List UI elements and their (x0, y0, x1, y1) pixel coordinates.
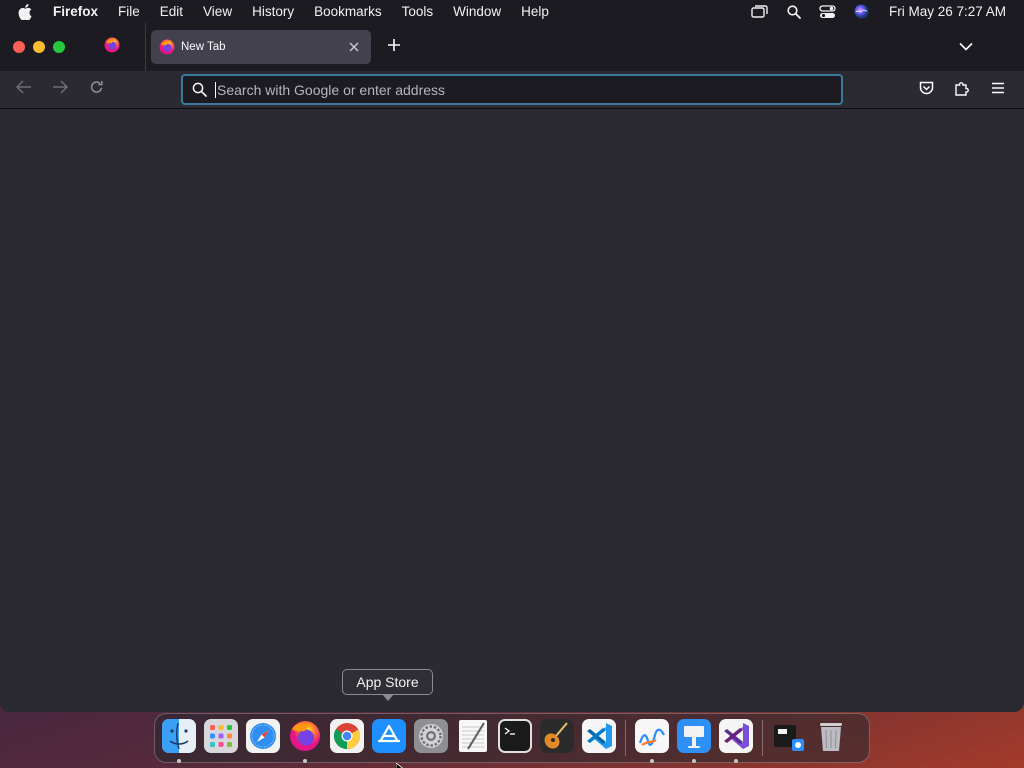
minimize-window-button[interactable] (33, 41, 45, 53)
control-center-icon[interactable] (811, 0, 845, 23)
safari-icon (246, 718, 280, 758)
running-indicator (650, 759, 654, 763)
close-tab-icon[interactable] (345, 38, 363, 56)
dock-app-vscode[interactable] (581, 718, 617, 758)
maximize-window-button[interactable] (53, 41, 65, 53)
close-window-button[interactable] (13, 41, 25, 53)
dock-app-visual-studio[interactable] (718, 718, 754, 763)
textedit-icon (456, 719, 490, 758)
text-caret (215, 81, 216, 98)
dock-app-launchpad[interactable] (203, 718, 239, 758)
running-indicator (177, 759, 181, 763)
dock-app-downloads[interactable] (771, 720, 807, 756)
toolbar-right-buttons (908, 75, 1016, 105)
visual-studio-icon (719, 718, 753, 758)
dock-app-system-preferences[interactable] (413, 718, 449, 758)
reload-button[interactable] (78, 75, 114, 105)
siri-icon[interactable] (845, 0, 879, 23)
dock-app-textedit[interactable] (455, 719, 491, 758)
puzzle-piece-icon (954, 80, 970, 101)
running-indicator (692, 759, 696, 763)
dock-app-keynote[interactable] (676, 718, 712, 763)
menu-bar: Firefox File Edit View History Bookmarks… (0, 0, 1024, 23)
running-indicator (303, 759, 307, 763)
menu-help[interactable]: Help (511, 0, 559, 23)
finder-icon (162, 718, 196, 758)
hamburger-menu-icon (991, 81, 1005, 99)
new-tab-page-content (0, 110, 1024, 712)
menu-file[interactable]: File (108, 0, 150, 23)
running-indicator (734, 759, 738, 763)
dock-app-garageband[interactable] (539, 718, 575, 758)
menu-app-firefox[interactable]: Firefox (50, 0, 108, 23)
save-to-pocket-button[interactable] (908, 75, 944, 105)
gear-icon (414, 718, 448, 758)
search-icon (190, 81, 208, 99)
dock-tooltip: App Store (342, 669, 433, 701)
screen-mirroring-icon[interactable] (743, 0, 777, 23)
list-all-tabs-button[interactable] (956, 38, 976, 56)
forward-button[interactable] (42, 75, 78, 105)
dock-app-app-store[interactable] (371, 718, 407, 758)
dock-separator (762, 720, 763, 756)
chrome-icon (330, 718, 364, 758)
downloads-stack-icon (772, 719, 806, 758)
dock (154, 713, 870, 763)
dock-app-chrome[interactable] (329, 718, 365, 758)
pinned-tab[interactable] (78, 23, 146, 71)
tab-bar: New Tab (0, 23, 1024, 71)
dock-separator (625, 720, 626, 756)
menu-view[interactable]: View (193, 0, 242, 23)
trash-icon (814, 719, 848, 758)
navigation-toolbar (0, 71, 1024, 109)
tab-title: New Tab (181, 41, 226, 53)
dock-app-terminal[interactable] (497, 718, 533, 758)
apple-menu-icon[interactable] (0, 3, 50, 20)
guitar-icon (540, 718, 574, 758)
dock-app-safari[interactable] (245, 718, 281, 758)
mouse-cursor (395, 760, 406, 768)
freeform-icon (635, 718, 669, 758)
arrow-right-icon (52, 80, 69, 99)
dock-app-freeform[interactable] (634, 718, 670, 763)
firefox-icon (288, 719, 322, 758)
app-store-icon (372, 718, 406, 758)
chevron-down-icon (959, 38, 973, 56)
menu-edit[interactable]: Edit (150, 0, 193, 23)
firefox-icon (159, 39, 175, 55)
spotlight-search-icon[interactable] (777, 0, 811, 23)
menu-bookmarks[interactable]: Bookmarks (304, 0, 392, 23)
menubar-clock[interactable]: Fri May 26 7:27 AM (879, 4, 1024, 19)
back-button[interactable] (6, 75, 42, 105)
vscode-icon (582, 718, 616, 758)
dock-app-firefox[interactable] (287, 719, 323, 763)
menu-window[interactable]: Window (443, 0, 511, 23)
url-input[interactable] (217, 81, 841, 98)
extensions-button[interactable] (944, 75, 980, 105)
firefox-icon (104, 37, 120, 58)
tab-new-tab[interactable]: New Tab (151, 30, 371, 64)
menu-history[interactable]: History (242, 0, 304, 23)
dock-app-finder[interactable] (161, 718, 197, 763)
url-bar[interactable] (181, 74, 843, 105)
terminal-icon (498, 718, 532, 758)
reload-icon (89, 80, 104, 100)
launchpad-icon (204, 718, 238, 758)
keynote-icon (677, 718, 711, 758)
dock-app-trash[interactable] (813, 720, 849, 756)
new-tab-button[interactable] (379, 32, 409, 62)
menu-tools[interactable]: Tools (392, 0, 444, 23)
plus-icon (387, 38, 401, 57)
window-controls (0, 41, 78, 53)
pocket-icon (919, 81, 934, 100)
arrow-left-icon (15, 80, 32, 99)
browser-window: New Tab (0, 23, 1024, 712)
open-menu-button[interactable] (980, 75, 1016, 105)
